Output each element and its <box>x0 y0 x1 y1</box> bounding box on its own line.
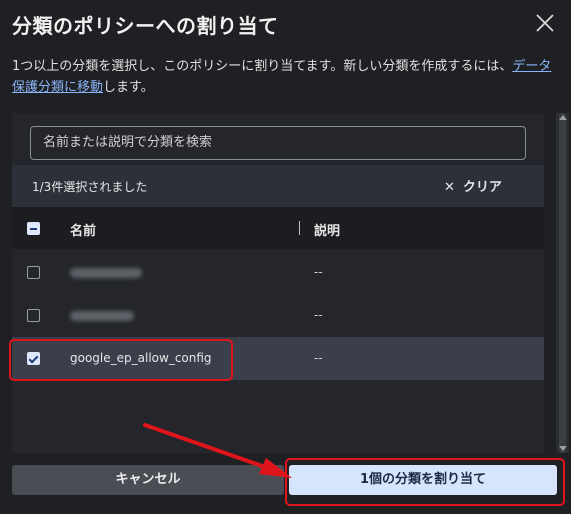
row-description: -- <box>314 265 323 279</box>
cancel-button[interactable]: キャンセル <box>12 465 284 495</box>
selection-count: 1/3件選択されました <box>32 180 148 194</box>
search-input[interactable]: 名前または説明で分類を検索 <box>30 126 526 160</box>
select-all-checkbox[interactable] <box>27 222 40 235</box>
clear-label: クリア <box>462 180 502 195</box>
redacted-name <box>70 311 134 321</box>
scrollbar-thumb[interactable] <box>559 113 566 453</box>
scrollbar[interactable] <box>556 113 569 453</box>
description-text: 1つ以上の分類を選択し、このポリシーに割り当てます。新しい分類を作成するには、 <box>12 59 513 74</box>
selection-bar: 1/3件選択されました ✕ クリア <box>12 165 544 207</box>
table-row[interactable]: -- <box>12 294 544 337</box>
assign-classification-dialog: 分類のポリシーへの割り当て 1つ以上の分類を選択し、このポリシーに割り当てます。… <box>0 0 571 514</box>
column-divider[interactable] <box>299 221 300 235</box>
redacted-name <box>70 268 142 278</box>
classification-table-panel: 名前または説明で分類を検索 1/3件選択されました ✕ クリア 名前 説明 -- … <box>12 113 544 453</box>
table-row[interactable]: -- <box>12 251 544 294</box>
close-icon: ✕ <box>444 180 455 195</box>
dialog-description: 1つ以上の分類を選択し、このポリシーに割り当てます。新しい分類を作成するには、デ… <box>12 56 557 98</box>
scroll-down-icon[interactable] <box>559 446 567 451</box>
column-header-description: 説明 <box>314 224 341 239</box>
scroll-up-icon[interactable] <box>559 115 567 120</box>
row-description: -- <box>314 308 323 322</box>
highlight-box-button <box>285 458 565 506</box>
column-header-name[interactable]: 名前 <box>70 220 96 239</box>
clear-selection-button[interactable]: ✕ クリア <box>444 176 502 195</box>
description-suffix: します。 <box>103 80 154 95</box>
dialog-title: 分類のポリシーへの割り当て <box>12 14 279 38</box>
highlight-box-row <box>9 339 233 381</box>
table-header: 名前 説明 <box>12 207 544 249</box>
row-checkbox[interactable] <box>27 309 40 322</box>
close-icon[interactable] <box>534 12 556 34</box>
row-description: -- <box>314 351 323 365</box>
row-checkbox[interactable] <box>27 266 40 279</box>
